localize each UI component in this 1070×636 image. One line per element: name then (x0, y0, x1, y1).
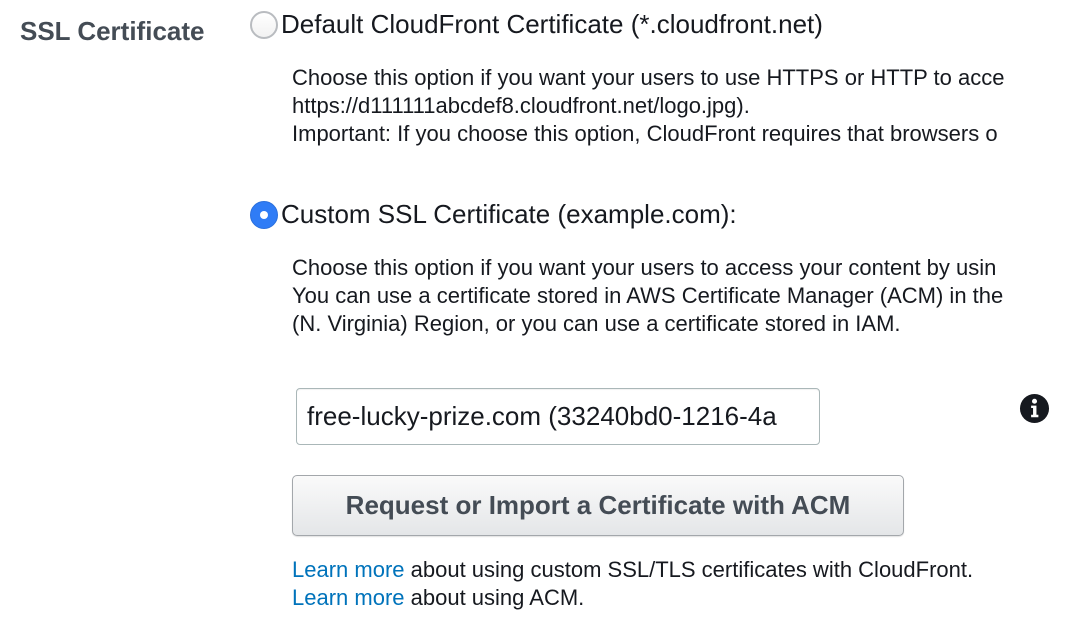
custom-certificate-label: Custom SSL Certificate (example.com): (281, 199, 737, 229)
description-line: https://d111111abcdef8.cloudfront.net/lo… (292, 93, 750, 118)
learn-more-ssl-line: Learn more about using custom SSL/TLS ce… (292, 556, 973, 584)
ssl-certificate-label: SSL Certificate (20, 16, 205, 46)
learn-more-ssl-link[interactable]: Learn more (292, 557, 405, 582)
description-line: Choose this option if you want your user… (292, 65, 1005, 90)
learn-more-ssl-text: about using custom SSL/TLS certificates … (404, 557, 974, 582)
request-import-certificate-button[interactable]: Request or Import a Certificate with ACM (292, 475, 904, 536)
learn-more-acm-text: about using ACM. (404, 585, 585, 610)
custom-certificate-description: Choose this option if you want your user… (292, 254, 1003, 338)
custom-certificate-radio[interactable] (250, 200, 278, 229)
custom-ssl-certificate-option[interactable]: Custom SSL Certificate (example.com): (250, 199, 737, 230)
description-line: Important: If you choose this option, Cl… (292, 121, 998, 146)
learn-more-acm-line: Learn more about using ACM. (292, 584, 584, 612)
default-certificate-radio[interactable] (250, 10, 278, 39)
default-certificate-label: Default CloudFront Certificate (*.cloudf… (281, 9, 823, 39)
default-cloudfront-certificate-option[interactable]: Default CloudFront Certificate (*.cloudf… (250, 9, 823, 40)
learn-more-acm-link[interactable]: Learn more (292, 585, 405, 610)
description-line: You can use a certificate stored in AWS … (292, 283, 1004, 308)
description-line: (N. Virginia) Region, or you can use a c… (292, 311, 901, 336)
info-circle-icon[interactable] (1019, 393, 1050, 424)
default-certificate-description: Choose this option if you want your user… (292, 64, 1004, 148)
description-line: Choose this option if you want your user… (292, 255, 997, 280)
custom-certificate-input[interactable]: free-lucky-prize.com (33240bd0-1216-4a (296, 388, 820, 445)
